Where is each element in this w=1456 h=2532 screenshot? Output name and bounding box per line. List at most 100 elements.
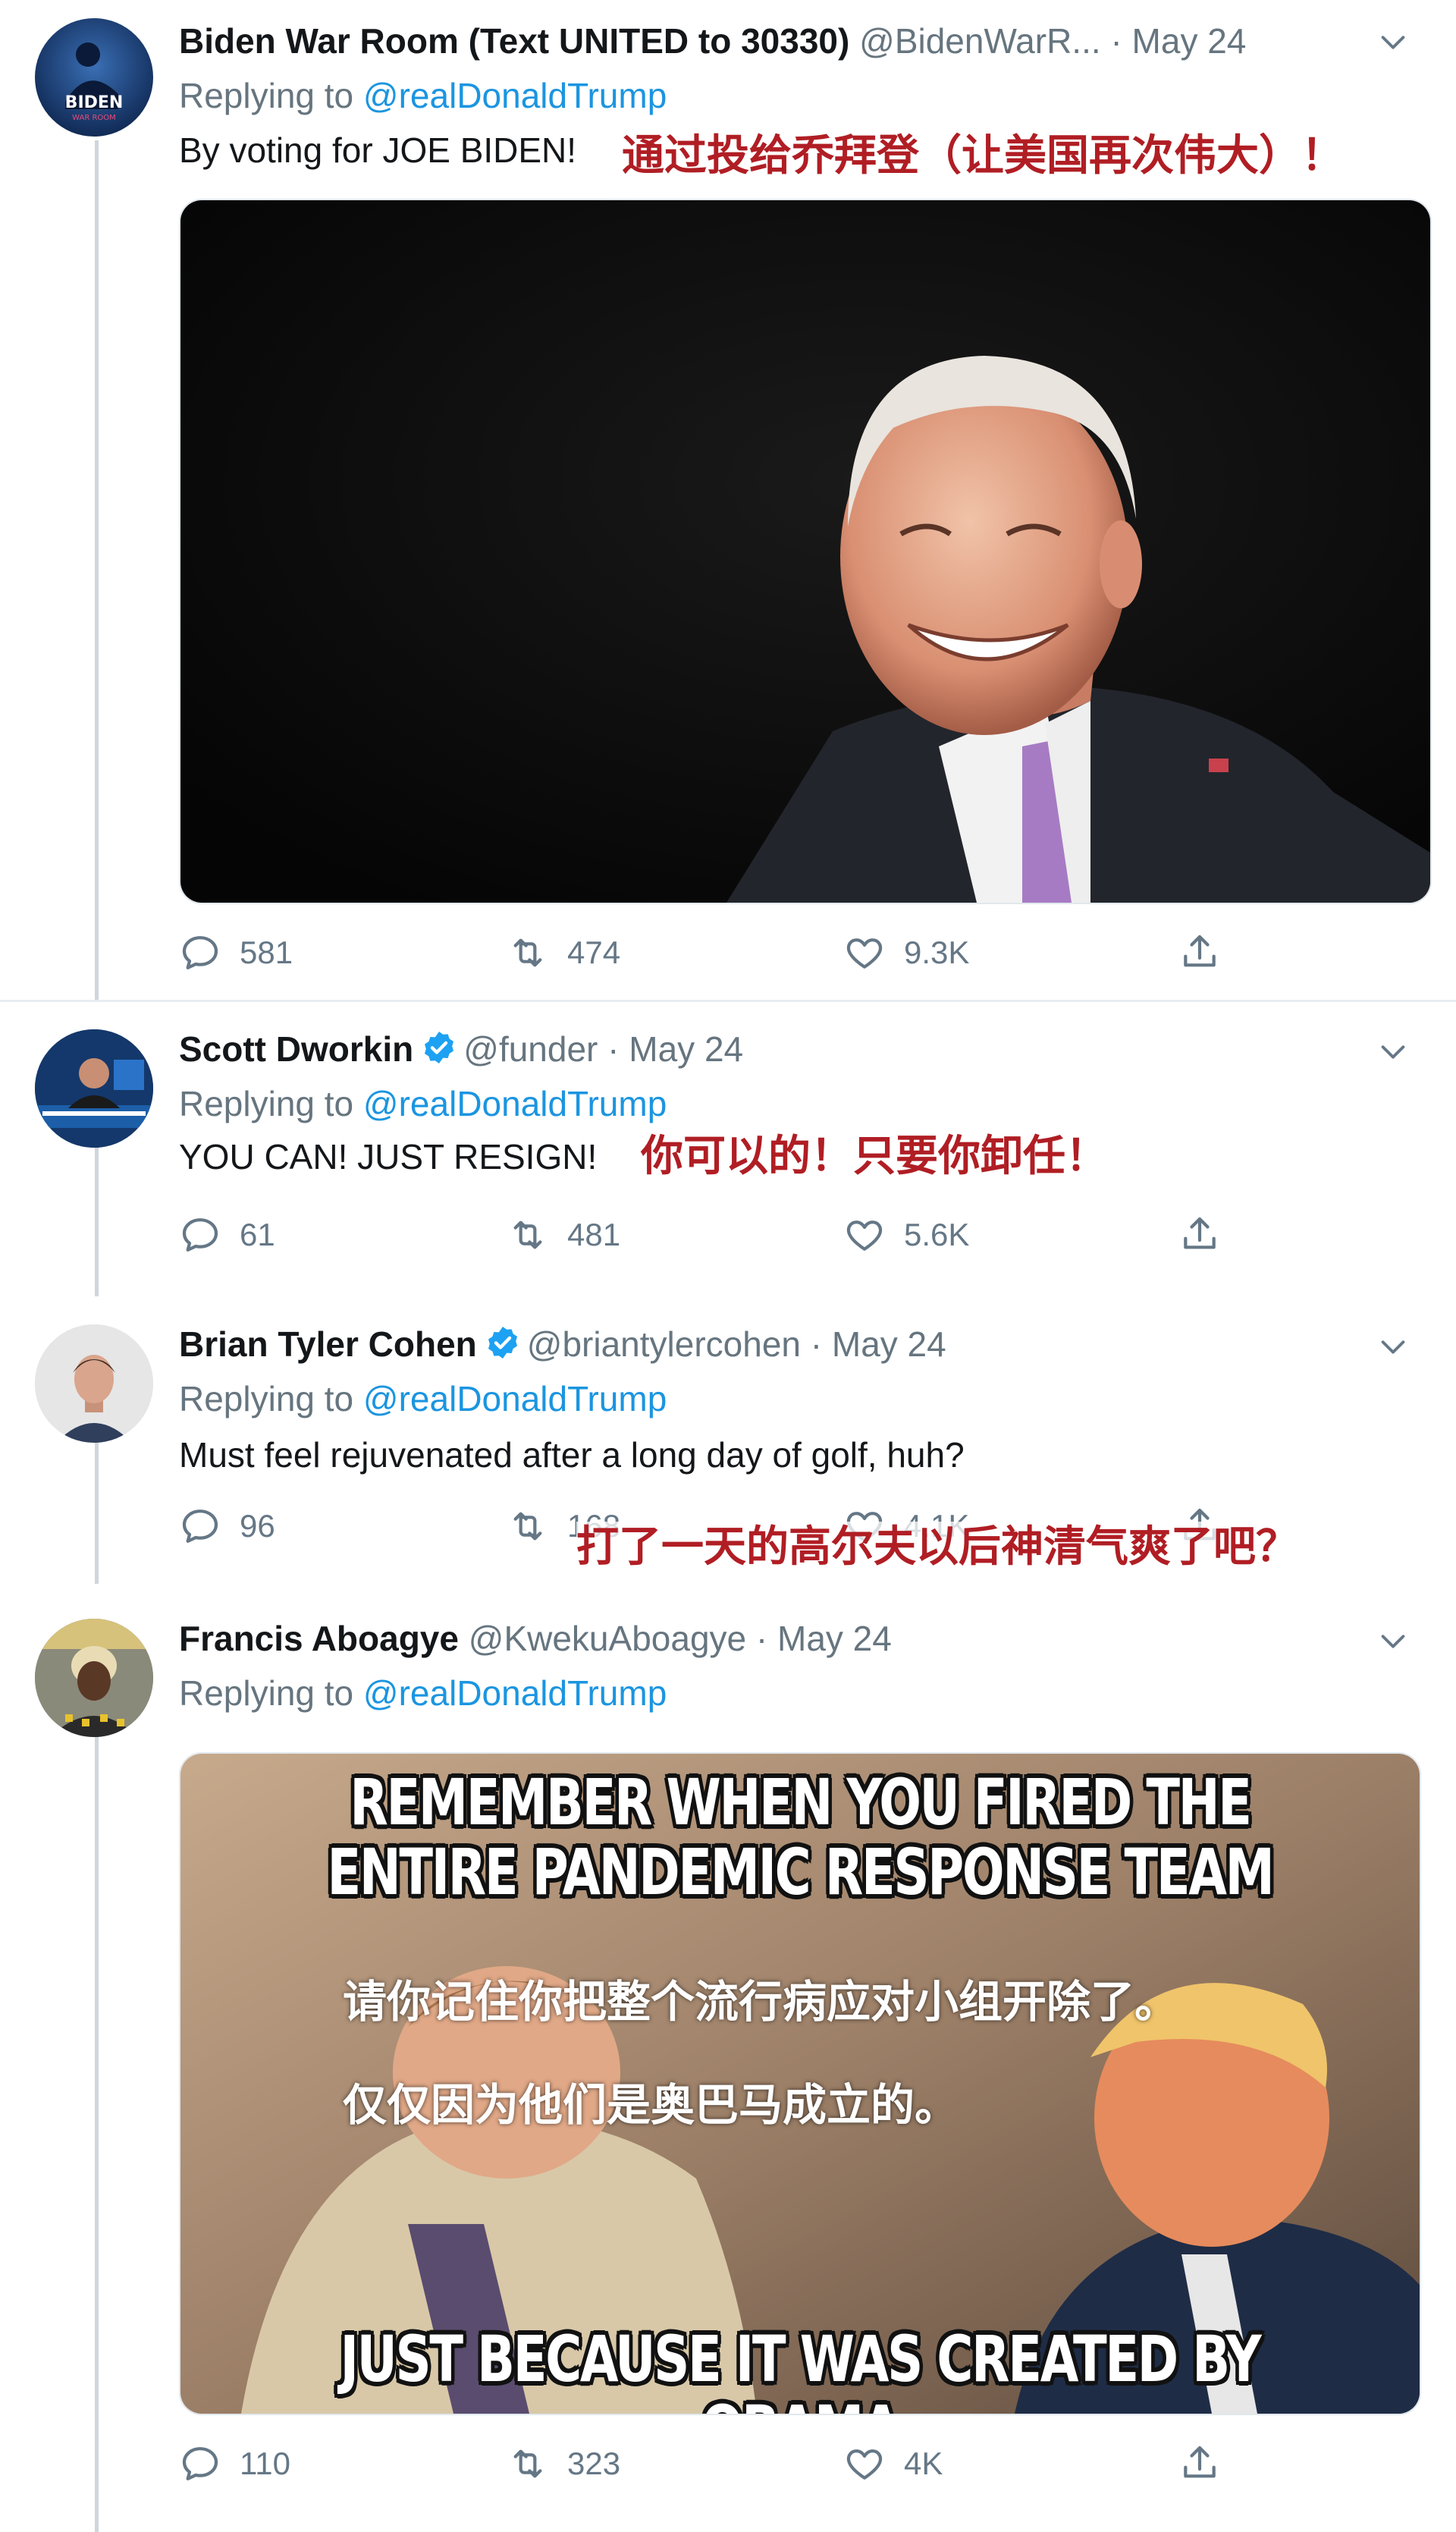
retweet-icon xyxy=(507,1505,549,1547)
display-name[interactable]: Biden War Room (Text UNITED to 30330) xyxy=(179,21,849,61)
like-icon xyxy=(843,931,886,974)
reply-count: 581 xyxy=(240,935,293,970)
timestamp[interactable]: · May 24 xyxy=(1110,21,1246,61)
meme-top-line-1: REMEMBER WHEN YOU FIRED THE xyxy=(350,1765,1252,1839)
avatar-photo xyxy=(35,1029,153,1148)
handle[interactable]: @KwekuAboagye xyxy=(469,1619,746,1658)
share-button[interactable] xyxy=(1178,930,1221,975)
like-icon xyxy=(843,1214,886,1256)
tweet-scott-dworkin[interactable]: Scott Dworkin @funder · May 24 Replying t… xyxy=(0,1002,1456,1296)
like-button[interactable]: 5.6K xyxy=(843,1212,969,1258)
retweet-button[interactable]: 323 xyxy=(507,2441,620,2486)
replying-to-link[interactable]: @realDonaldTrump xyxy=(363,1084,667,1123)
translation-caption: 你可以的！只要你卸任！ xyxy=(641,1132,1108,1181)
replying-to: Replying to @realDonaldTrump xyxy=(179,1672,667,1714)
retweet-icon xyxy=(507,1214,549,1256)
meme-translation-2: 仅仅因为他们是奥巴马成立的。 xyxy=(343,2079,959,2131)
tweet-photo[interactable] xyxy=(179,199,1432,904)
replying-to: Replying to @realDonaldTrump xyxy=(179,1082,667,1125)
timestamp[interactable]: · May 24 xyxy=(811,1324,946,1364)
share-icon xyxy=(1178,931,1221,974)
reply-icon xyxy=(179,1214,221,1256)
reply-count: 96 xyxy=(240,1508,275,1544)
retweet-icon xyxy=(507,931,549,974)
handle[interactable]: @funder xyxy=(463,1029,598,1069)
retweet-button[interactable]: 481 xyxy=(507,1212,620,1258)
verified-badge-icon xyxy=(485,1324,521,1361)
chevron-down-icon[interactable] xyxy=(1376,24,1410,59)
chevron-down-icon[interactable] xyxy=(1376,1034,1410,1069)
avatar-photo xyxy=(35,1619,153,1737)
tweet-brian-tyler-cohen[interactable]: Brian Tyler Cohen @briantylercohen · May … xyxy=(0,1296,1456,1584)
timestamp[interactable]: · May 24 xyxy=(756,1619,892,1658)
reply-button[interactable]: 110 xyxy=(179,2441,290,2486)
verified-badge-icon xyxy=(421,1029,457,1066)
thread-line xyxy=(95,140,99,1000)
tweet-header: Francis Aboagye @KwekuAboagye · May 24 xyxy=(179,1617,892,1660)
avatar[interactable] xyxy=(35,1619,153,1737)
timestamp[interactable]: · May 24 xyxy=(607,1029,743,1069)
tweet-header: Scott Dworkin @funder · May 24 xyxy=(179,1028,743,1070)
retweet-icon xyxy=(507,2442,549,2485)
like-count: 4K xyxy=(904,2446,943,2481)
thread-line xyxy=(95,1440,99,1584)
tweet-actions: 110 323 4K xyxy=(179,2441,1271,2486)
replying-to-link[interactable]: @realDonaldTrump xyxy=(363,1673,667,1713)
retweet-count: 481 xyxy=(567,1217,621,1252)
avatar-photo xyxy=(35,1324,153,1443)
like-count: 9.3K xyxy=(904,935,970,970)
meme-translation-1: 请你记住你把整个流行病应对小组开除了。 xyxy=(343,1976,1179,2028)
like-icon xyxy=(843,2442,886,2485)
handle[interactable]: @BidenWarR... xyxy=(859,21,1101,61)
avatar[interactable] xyxy=(35,1324,153,1443)
like-button[interactable]: 4K xyxy=(843,2441,943,2486)
chevron-down-icon[interactable] xyxy=(1376,1329,1410,1364)
replying-to-label: Replying to xyxy=(179,76,363,115)
replying-to-label: Replying to xyxy=(179,1673,363,1713)
tweet-actions: 61 481 5.6K xyxy=(179,1212,1271,1258)
reply-icon xyxy=(179,931,221,974)
tweet-francis-aboagye[interactable]: Francis Aboagye @KwekuAboagye · May 24 R… xyxy=(0,1584,1456,2532)
reply-button[interactable]: 61 xyxy=(179,1212,275,1258)
replying-to-label: Replying to xyxy=(179,1084,363,1123)
like-count: 5.6K xyxy=(904,1217,970,1252)
display-name[interactable]: Scott Dworkin xyxy=(179,1029,413,1069)
replying-to-link[interactable]: @realDonaldTrump xyxy=(363,76,667,115)
avatar[interactable]: BIDEN WAR ROOM xyxy=(35,18,153,137)
translation-caption: 打了一天的高尔夫以后神清气爽了吧？ xyxy=(576,1522,1298,1573)
share-button[interactable] xyxy=(1178,2441,1221,2486)
reply-count: 110 xyxy=(240,2446,290,2481)
svg-text:BIDEN: BIDEN xyxy=(65,93,124,112)
replying-to: Replying to @realDonaldTrump xyxy=(179,1378,667,1420)
replying-to-link[interactable]: @realDonaldTrump xyxy=(363,1379,667,1418)
share-icon xyxy=(1178,2442,1221,2485)
reply-icon xyxy=(179,2442,221,2485)
tweet-text: Must feel rejuvenated after a long day o… xyxy=(179,1435,965,1475)
handle[interactable]: @briantylercohen xyxy=(527,1324,801,1364)
share-button[interactable] xyxy=(1178,1212,1221,1258)
avatar-biden-logo: BIDEN WAR ROOM xyxy=(65,42,124,122)
tweet-text: By voting for JOE BIDEN! xyxy=(179,130,577,170)
reply-count: 61 xyxy=(240,1217,275,1252)
meme-bottom-line: JUST BECAUSE IT WAS CREATED BY OBAMA xyxy=(340,2322,1262,2414)
retweet-count: 323 xyxy=(567,2446,621,2481)
photo-smiling-man xyxy=(180,200,1430,903)
meme-top-line-2: ENTIRE PANDEMIC RESPONSE TEAM xyxy=(327,1835,1274,1909)
tweet-header: Brian Tyler Cohen @briantylercohen · May … xyxy=(179,1323,946,1365)
retweet-button[interactable]: 474 xyxy=(507,930,620,975)
display-name[interactable]: Francis Aboagye xyxy=(179,1619,459,1658)
tweet-actions: 581 474 9.3K xyxy=(179,930,1271,975)
reply-button[interactable]: 96 xyxy=(179,1503,275,1549)
avatar[interactable] xyxy=(35,1029,153,1148)
reply-button[interactable]: 581 xyxy=(179,930,293,975)
reply-icon xyxy=(179,1505,221,1547)
tweet-meme-image[interactable]: REMEMBER WHEN YOU FIRED THE ENTIRE PANDE… xyxy=(179,1752,1421,2415)
like-button[interactable]: 9.3K xyxy=(843,930,969,975)
display-name[interactable]: Brian Tyler Cohen xyxy=(179,1324,477,1364)
translation-caption: 通过投给乔拜登（让美国再次伟大）！ xyxy=(622,131,1344,181)
tweet-header: Biden War Room (Text UNITED to 30330) @B… xyxy=(179,20,1246,62)
svg-text:WAR ROOM: WAR ROOM xyxy=(72,114,116,122)
tweet-biden-war-room[interactable]: BIDEN WAR ROOM Biden War Room (Text UNIT… xyxy=(0,0,1456,1000)
chevron-down-icon[interactable] xyxy=(1376,1623,1410,1658)
replying-to: Replying to @realDonaldTrump xyxy=(179,74,667,117)
